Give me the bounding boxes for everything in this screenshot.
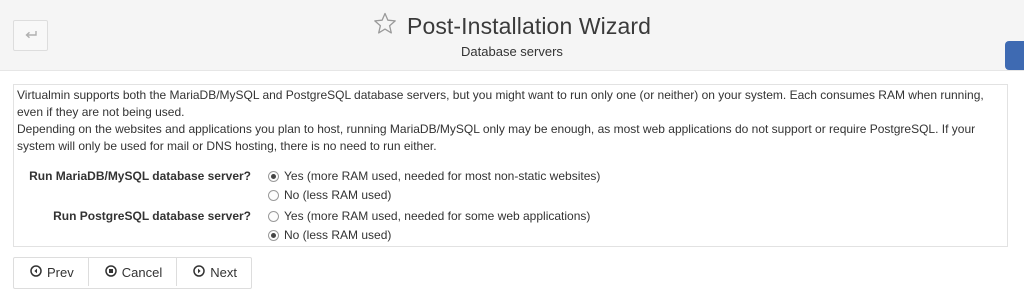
next-button[interactable]: Next	[177, 258, 251, 286]
circle-stop-icon	[104, 264, 117, 280]
postgres-yes-radio[interactable]: Yes (more RAM used, needed for some web …	[268, 208, 590, 225]
wizard-button-bar: Prev Cancel Next	[13, 257, 252, 289]
intro-paragraph: Virtualmin supports both the MariaDB/MyS…	[17, 88, 984, 119]
intro-text: Virtualmin supports both the MariaDB/MyS…	[17, 87, 1004, 155]
radio-checked-icon[interactable]	[268, 171, 279, 182]
wizard-form: Virtualmin supports both the MariaDB/MyS…	[13, 84, 1008, 247]
radio-label: Yes (more RAM used, needed for most non-…	[284, 169, 601, 183]
postgres-question-label: Run PostgreSQL database server?	[53, 209, 251, 223]
prev-button[interactable]: Prev	[14, 258, 89, 286]
postgres-no-radio[interactable]: No (less RAM used)	[268, 227, 391, 244]
page-header: Post-Installation Wizard Database server…	[0, 0, 1024, 71]
intro-paragraph: Depending on the websites and applicatio…	[17, 122, 976, 153]
postgres-row-2: No (less RAM used)	[14, 227, 1007, 244]
mysql-yes-radio[interactable]: Yes (more RAM used, needed for most non-…	[268, 168, 600, 185]
radio-unchecked-icon[interactable]	[268, 211, 279, 222]
cancel-button[interactable]: Cancel	[89, 258, 178, 286]
page-title: Post-Installation Wizard	[407, 12, 651, 39]
circle-left-icon	[30, 264, 42, 280]
postgres-row: Run PostgreSQL database server? Yes (mor…	[14, 208, 1007, 225]
side-panel-tab[interactable]	[1005, 41, 1024, 70]
mysql-row: Run MariaDB/MySQL database server? Yes (…	[14, 168, 1007, 185]
cancel-label: Cancel	[121, 264, 163, 280]
mysql-row-2: No (less RAM used)	[14, 187, 1007, 204]
next-label: Next	[210, 264, 237, 280]
circle-right-icon	[193, 264, 205, 280]
radio-label: No (less RAM used)	[284, 188, 392, 202]
radio-label: Yes (more RAM used, needed for some web …	[284, 209, 591, 223]
radio-checked-icon[interactable]	[268, 230, 279, 241]
mysql-no-radio[interactable]: No (less RAM used)	[268, 187, 391, 204]
star-icon[interactable]	[373, 12, 397, 40]
title-area: Post-Installation Wizard	[0, 12, 1024, 40]
radio-unchecked-icon[interactable]	[268, 190, 279, 201]
prev-label: Prev	[47, 264, 74, 280]
radio-label: No (less RAM used)	[284, 228, 392, 242]
wizard-page: Post-Installation Wizard Database server…	[0, 0, 1024, 300]
page-subtitle: Database servers	[461, 44, 563, 59]
mysql-question-label: Run MariaDB/MySQL database server?	[29, 169, 251, 183]
